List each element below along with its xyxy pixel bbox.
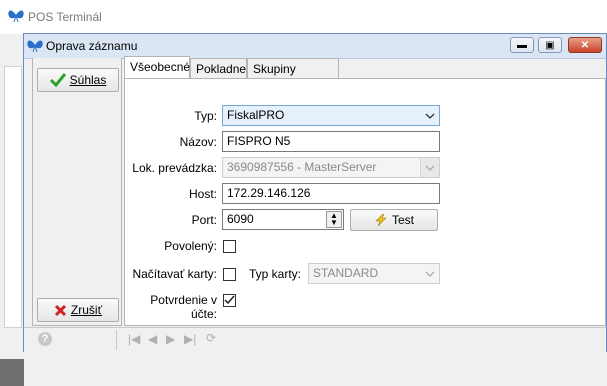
prev-record-icon[interactable]: ◀ [148, 332, 157, 346]
dialog-title-bar[interactable]: Oprava záznamu ▬ ▣ ✕ [24, 34, 606, 59]
branch-value: 3690987556 - MasterServer [227, 160, 377, 174]
receipt-confirm-checkbox[interactable] [223, 294, 236, 307]
test-label: Test [391, 213, 414, 227]
cancel-label: Zrušiť [70, 303, 103, 317]
divider [116, 330, 117, 350]
test-button[interactable]: Test [350, 209, 438, 231]
chevron-down-icon [421, 264, 439, 283]
parent-footer [0, 359, 24, 386]
parent-left-panel [0, 34, 25, 386]
parent-title-bar: POS Terminál [0, 0, 607, 34]
read-cards-label: Načítavať karty: [132, 267, 217, 281]
type-value: FiskalPRO [227, 108, 285, 122]
host-label: Host: [188, 187, 217, 201]
chevron-down-icon [420, 158, 439, 177]
first-record-icon[interactable]: |◀ [128, 332, 140, 346]
butterfly-icon [8, 10, 24, 23]
parent-window-title: POS Terminál [28, 10, 102, 24]
branch-label: Lok. prevádzka: [132, 161, 217, 175]
question-icon[interactable]: ? [38, 332, 52, 346]
cancel-button[interactable]: Zrušiť [37, 298, 119, 322]
x-icon [54, 304, 66, 316]
card-type-select[interactable]: STANDARD [308, 263, 440, 284]
minimize-icon: ▬ [517, 39, 527, 51]
parent-list [4, 66, 22, 328]
enabled-label: Povolený: [164, 239, 217, 253]
butterfly-icon [27, 40, 43, 53]
port-label: Port: [191, 213, 217, 227]
branch-select[interactable]: 3690987556 - MasterServer [222, 157, 440, 178]
type-label: Typ: [194, 109, 217, 123]
navigator-bar: ? |◀ ◀ ▶ ▶| ⟳ [24, 327, 606, 352]
close-icon: ✕ [580, 39, 590, 51]
dialog-title: Oprava záznamu [46, 39, 138, 53]
host-input[interactable]: 172.29.146.126 [222, 183, 440, 204]
port-value: 6090 [227, 212, 254, 226]
card-type-label: Typ karty: [248, 267, 301, 281]
port-stepper[interactable]: ▲ ▼ [326, 211, 342, 228]
edit-record-dialog: Oprava záznamu ▬ ▣ ✕ Súhlas Zrušiť Všeob… [23, 33, 607, 352]
refresh-icon[interactable]: ⟳ [206, 331, 216, 345]
chevron-down-icon [421, 106, 439, 125]
check-icon [224, 295, 235, 305]
action-panel: Súhlas Zrušiť [32, 58, 122, 326]
minimize-button[interactable]: ▬ [510, 37, 534, 53]
ok-button[interactable]: Súhlas [37, 68, 119, 92]
name-label: Názov: [179, 135, 217, 149]
close-button[interactable]: ✕ [568, 37, 602, 53]
check-icon [49, 73, 66, 87]
general-tab-panel: Typ: FiskalPRO Názov: FISPRO N5 Lok. pre… [124, 78, 606, 326]
ok-label: Súhlas [69, 73, 107, 87]
receipt-confirm-label: Potvrdenie v účte: [150, 293, 217, 321]
maximize-icon: ▣ [545, 39, 555, 51]
card-type-value: STANDARD [313, 266, 379, 280]
enabled-checkbox[interactable] [223, 240, 236, 253]
tab-register-groups[interactable]: Skupiny pokladní [247, 58, 339, 90]
lightning-icon [375, 214, 387, 226]
name-input[interactable]: FISPRO N5 [222, 131, 440, 152]
tab-cash-registers[interactable]: Pokladne [190, 58, 247, 78]
tab-general[interactable]: Všeobecné [124, 56, 190, 78]
next-record-icon[interactable]: ▶ [166, 332, 175, 346]
port-input[interactable]: 6090 ▲ ▼ [222, 209, 344, 230]
read-cards-checkbox[interactable] [223, 268, 236, 281]
last-record-icon[interactable]: ▶| [184, 332, 196, 346]
maximize-button[interactable]: ▣ [538, 37, 562, 53]
type-select[interactable]: FiskalPRO [222, 105, 440, 126]
